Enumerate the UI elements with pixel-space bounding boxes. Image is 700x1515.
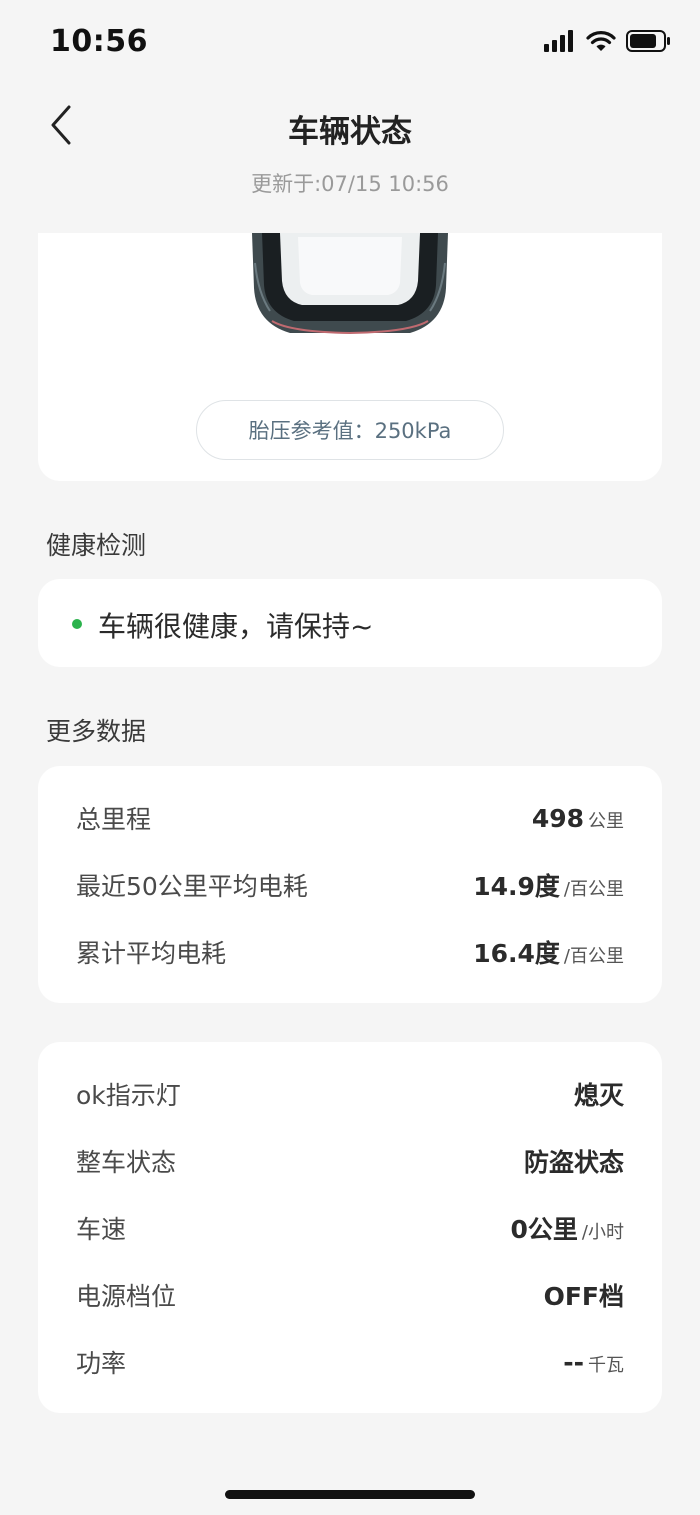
- vehicle-status-card: ok指示灯 熄灭 整车状态 防盗状态 车速 0公里 /小时 电源档位 OFF档 …: [38, 1042, 662, 1413]
- row-value: -- 千瓦: [563, 1348, 624, 1377]
- value-unit: /百公里: [563, 879, 624, 900]
- value-unit: 公里: [588, 810, 624, 832]
- row-value: 498 公里: [532, 804, 624, 833]
- battery-icon: [626, 30, 670, 52]
- data-row-recent-consumption: 最近50公里平均电耗 14.9度 /百公里: [76, 865, 624, 905]
- cellular-signal-icon: [544, 30, 573, 52]
- row-label: 功率: [76, 1349, 127, 1378]
- health-card: 车辆很健康，请保持~: [38, 579, 662, 667]
- data-row-total-mileage: 总里程 498 公里: [76, 798, 624, 838]
- row-value: 熄灭: [574, 1076, 624, 1112]
- row-label: ok指示灯: [76, 1081, 181, 1110]
- row-label: 电源档位: [76, 1282, 177, 1311]
- row-label: 整车状态: [76, 1148, 177, 1177]
- data-row-power: 功率 -- 千瓦: [76, 1342, 624, 1382]
- status-icons: [544, 30, 672, 52]
- value-unit: /小时: [581, 1222, 624, 1243]
- data-row-cumulative-consumption: 累计平均电耗 16.4度 /百公里: [76, 932, 624, 972]
- health-status-dot-icon: [72, 619, 82, 629]
- status-bar: 10:56: [0, 0, 700, 88]
- home-indicator[interactable]: [225, 1490, 475, 1499]
- value-number: 14.9度: [473, 872, 560, 901]
- health-status-text: 车辆很健康，请保持~: [98, 610, 374, 643]
- value-unit: /百公里: [563, 946, 624, 967]
- data-row-speed: 车速 0公里 /小时: [76, 1208, 624, 1248]
- data-row-vehicle-state: 整车状态 防盗状态: [76, 1141, 624, 1181]
- row-label: 累计平均电耗: [76, 939, 227, 968]
- row-label: 最近50公里平均电耗: [76, 872, 308, 901]
- updated-time: 更新于:07/15 10:56: [251, 172, 449, 196]
- row-value: 防盗状态: [524, 1143, 624, 1179]
- data-row-power-gear: 电源档位 OFF档: [76, 1275, 624, 1315]
- value-number: 498: [531, 803, 584, 833]
- row-label: 总里程: [76, 805, 152, 834]
- tire-pressure-badge: 胎压参考值：250kPa: [196, 400, 504, 460]
- health-section-title: 健康检测: [46, 531, 147, 560]
- more-data-section-title: 更多数据: [46, 717, 147, 746]
- data-row-ok-indicator: ok指示灯 熄灭: [76, 1074, 624, 1114]
- value-number: --: [563, 1347, 584, 1377]
- value-number: 熄灭: [573, 1081, 624, 1110]
- row-value: 14.9度 /百公里: [473, 867, 624, 903]
- car-image: [252, 233, 448, 335]
- more-data-card: 总里程 498 公里 最近50公里平均电耗 14.9度 /百公里 累计平均电耗 …: [38, 766, 662, 1003]
- row-value: 16.4度 /百公里: [473, 934, 624, 970]
- status-time: 10:56: [50, 24, 148, 59]
- page-title: 车辆状态: [288, 114, 412, 150]
- value-unit: 千瓦: [588, 1354, 624, 1376]
- row-value: 0公里 /小时: [511, 1210, 624, 1246]
- row-label: 车速: [76, 1215, 127, 1244]
- car-status-card: 胎压参考值：250kPa: [38, 233, 662, 481]
- row-value: OFF档: [544, 1277, 624, 1313]
- value-number: 防盗状态: [523, 1148, 624, 1177]
- value-number: 0公里: [510, 1215, 578, 1244]
- wifi-icon: [586, 31, 616, 51]
- header: 车辆状态 更新于:07/15 10:56: [0, 88, 700, 228]
- value-number: 16.4度: [473, 939, 560, 968]
- value-number: OFF档: [543, 1282, 624, 1311]
